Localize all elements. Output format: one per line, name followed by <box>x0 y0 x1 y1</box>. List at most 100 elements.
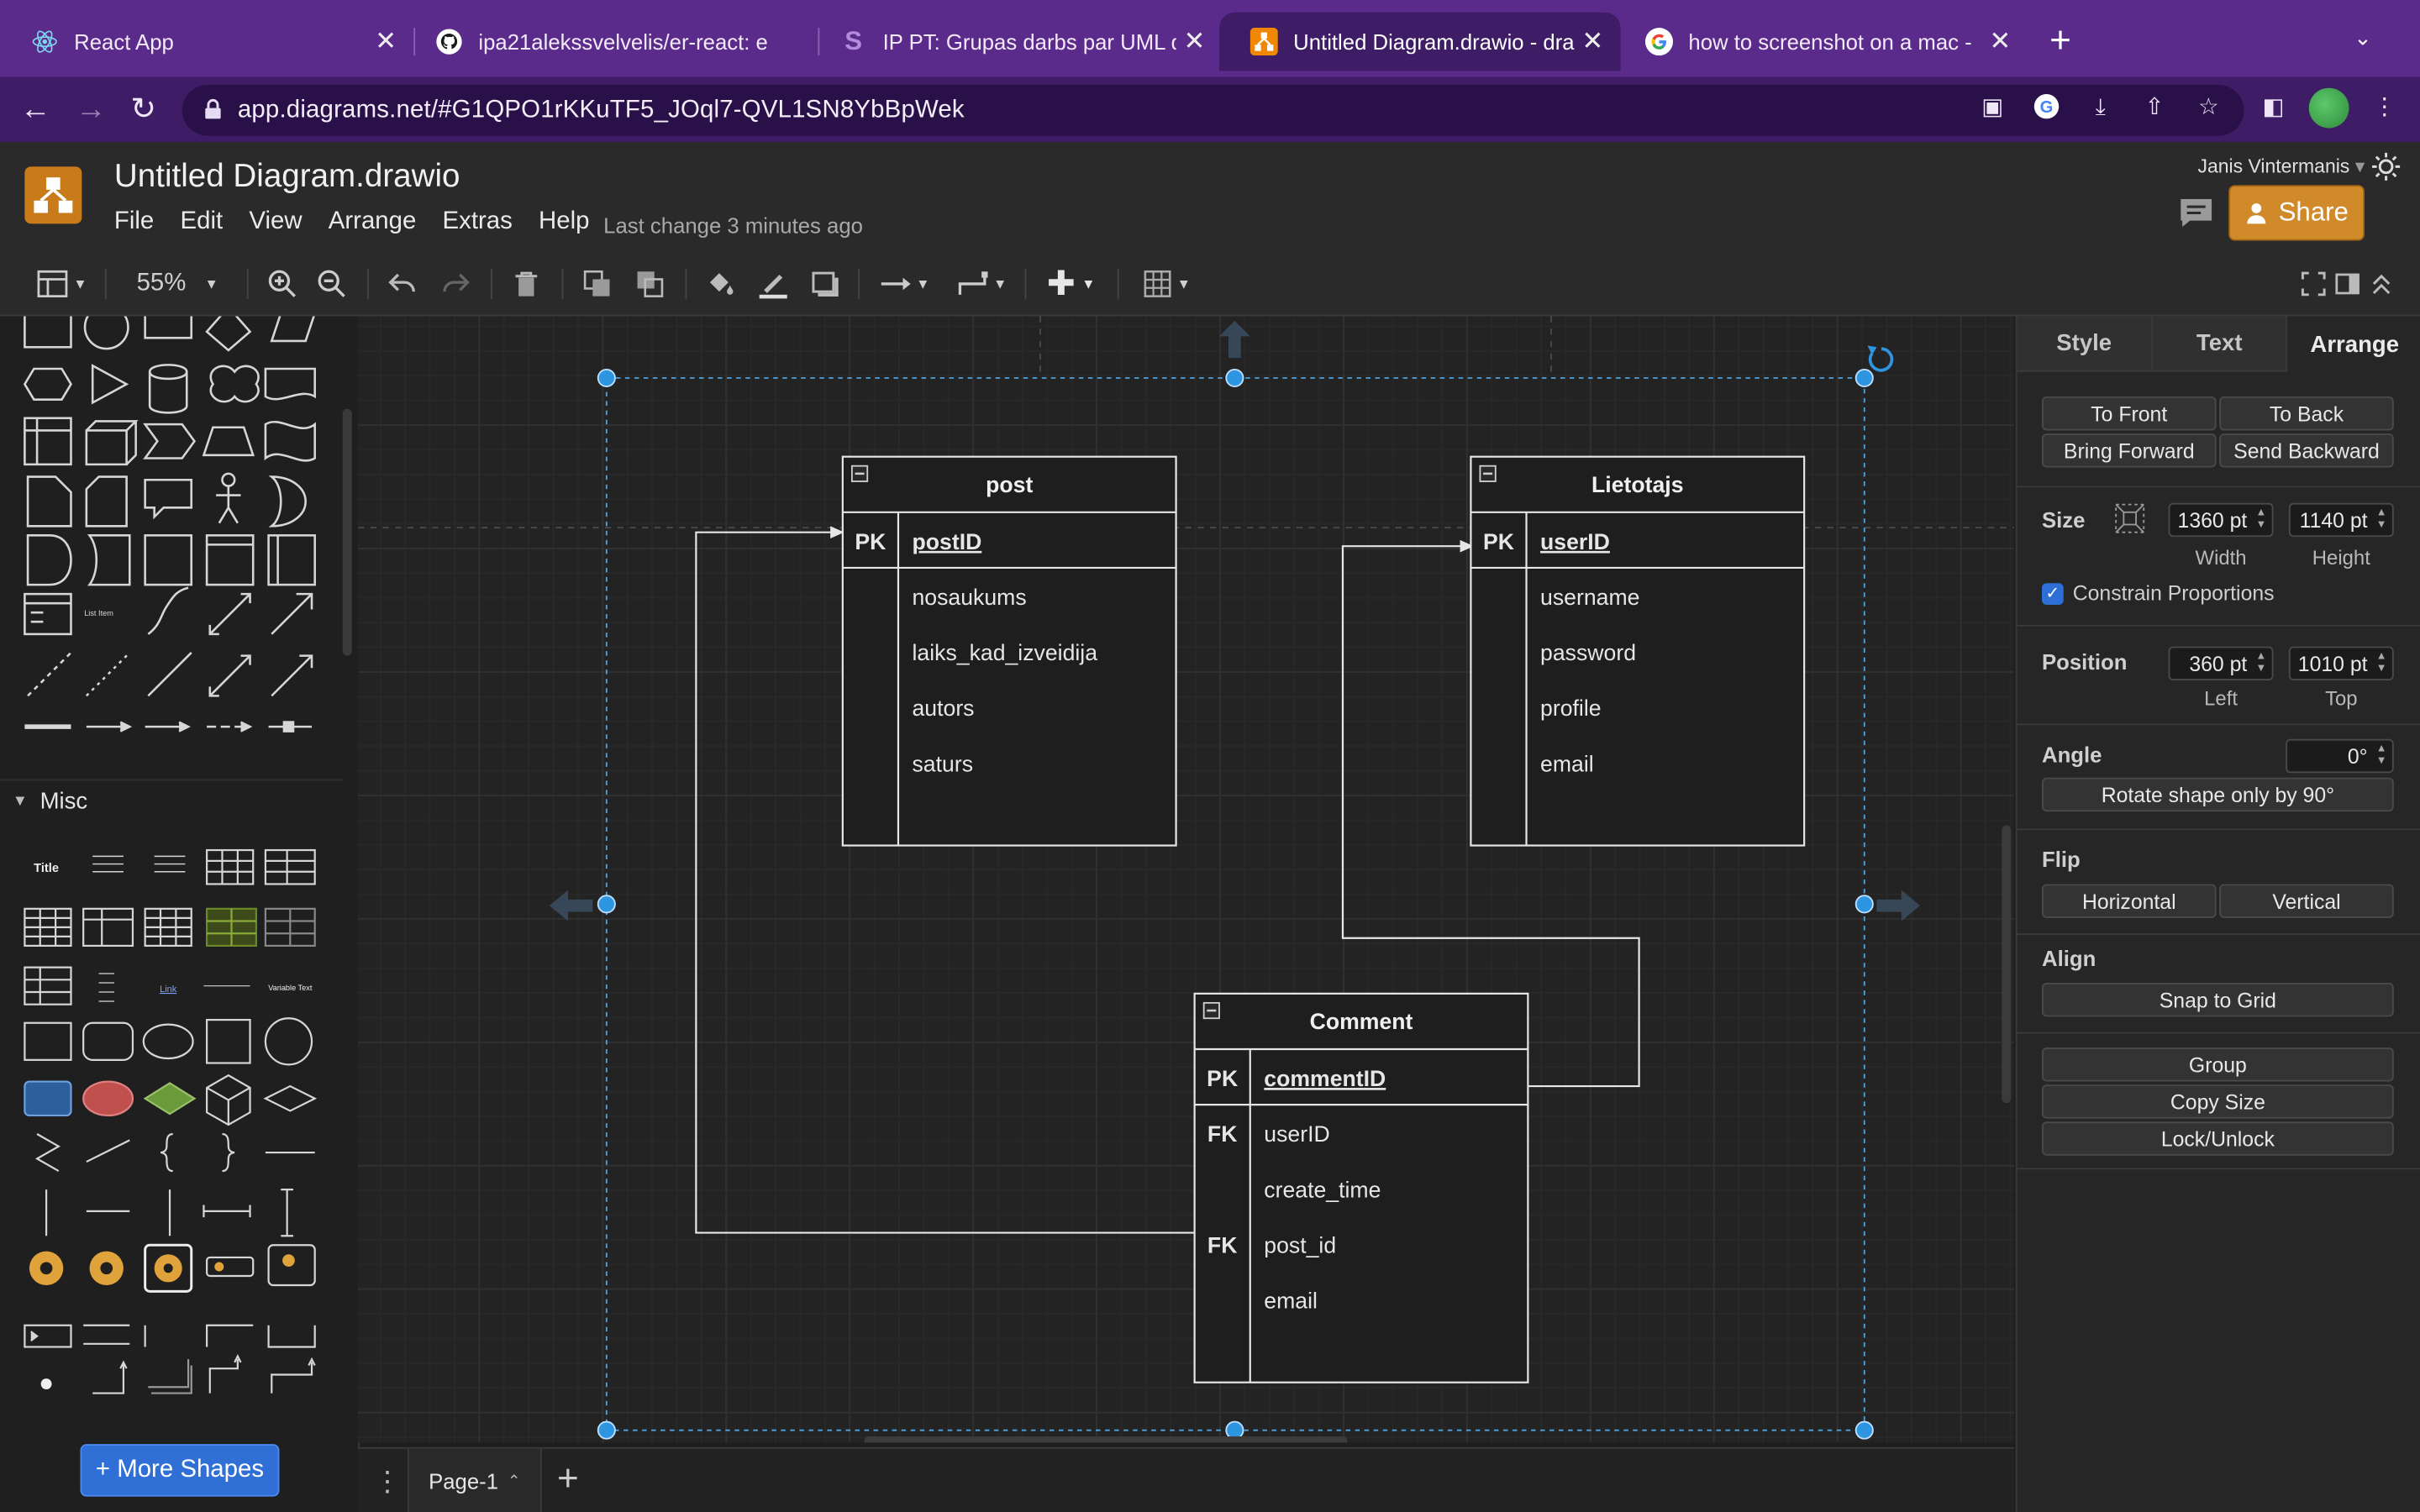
last-change-status[interactable]: Last change 3 minutes ago <box>603 213 863 237</box>
kebab-menu-icon[interactable]: ⋮ <box>2368 90 2402 123</box>
theme-sun-icon[interactable] <box>2370 151 2402 182</box>
snap-to-grid-button[interactable]: Snap to Grid <box>2042 983 2394 1017</box>
canvas-horizontal-scrollbar[interactable] <box>864 1436 1348 1443</box>
close-tab-icon[interactable]: ✕ <box>1981 26 2018 57</box>
user-name[interactable]: Janis Vintermanis ▾ <box>2198 155 2365 178</box>
table-field[interactable]: email <box>1540 751 1594 776</box>
table-field[interactable]: postID <box>913 529 982 554</box>
close-tab-icon[interactable]: ✕ <box>1574 26 1611 57</box>
to-back-button[interactable]: To Back <box>2219 396 2394 431</box>
menu-view[interactable]: View <box>249 208 302 236</box>
fullscreen-icon[interactable] <box>2296 265 2330 302</box>
bookmark-star-icon[interactable]: ☆ <box>2191 90 2225 123</box>
collapse-up-icon[interactable] <box>2365 265 2398 302</box>
menu-arrange[interactable]: Arrange <box>329 208 417 236</box>
tab-arrange[interactable]: Arrange <box>2287 316 2420 372</box>
tab-text[interactable]: Text <box>2152 316 2288 372</box>
comments-icon[interactable] <box>2176 194 2217 231</box>
tab-search-chevron-icon[interactable]: ⌄ <box>2346 24 2380 58</box>
angle-input[interactable]: 0° ▲ ▼ <box>2286 738 2394 774</box>
browser-tab-drawio[interactable]: Untitled Diagram.drawio - draw ✕ <box>1219 12 1621 71</box>
side-panel-icon[interactable]: ◧ <box>2256 90 2290 123</box>
sidebar-scrollbar[interactable] <box>342 408 352 656</box>
to-front-icon[interactable] <box>577 265 618 302</box>
new-tab-icon[interactable]: + <box>2040 21 2081 62</box>
flip-horizontal-button[interactable]: Horizontal <box>2042 884 2217 918</box>
table-field[interactable]: create_time <box>1264 1177 1381 1202</box>
table-field[interactable]: post_id <box>1264 1232 1336 1257</box>
table-field[interactable]: commentID <box>1264 1066 1386 1091</box>
general-shapes-grid[interactable]: List Item <box>0 316 343 780</box>
stepper-icon[interactable]: ▲ ▼ <box>2254 651 2269 675</box>
menu-extras[interactable]: Extras <box>443 208 513 236</box>
format-panel-toggle-icon[interactable]: ▼ <box>31 265 92 302</box>
share-page-icon[interactable]: ⇧ <box>2138 90 2171 123</box>
table-field[interactable]: email <box>1264 1289 1318 1314</box>
constrain-proportions-checkbox[interactable]: ✓ <box>2042 583 2064 606</box>
height-input[interactable]: 1140 pt ▲ ▼ <box>2288 502 2394 538</box>
zoom-select[interactable]: 55% ▼ <box>124 265 232 302</box>
rotate-90-button[interactable]: Rotate shape only by 90° <box>2042 777 2394 812</box>
misc-shapes-grid[interactable]: Title Link Variable Text <box>0 835 343 1452</box>
table-field[interactable]: userID <box>1540 529 1610 554</box>
connection-style-icon[interactable]: ▼ <box>874 265 935 302</box>
google-extension-icon[interactable]: G <box>2029 90 2063 123</box>
menu-help[interactable]: Help <box>539 208 589 236</box>
stepper-icon[interactable]: ▲ ▼ <box>2374 651 2389 675</box>
table-field[interactable]: saturs <box>913 751 974 776</box>
chevron-up-icon[interactable]: ⌃ <box>508 1473 520 1489</box>
close-tab-icon[interactable]: ✕ <box>1176 26 1213 57</box>
install-app-icon[interactable]: ⤓ <box>2084 90 2118 123</box>
collapse-minus-icon[interactable] <box>1202 1001 1220 1020</box>
line-color-icon[interactable] <box>753 265 793 302</box>
menu-edit[interactable]: Edit <box>180 208 223 236</box>
clipboard-icon[interactable]: ▣ <box>1975 90 2009 123</box>
format-panel-icon[interactable] <box>2330 265 2364 302</box>
table-field[interactable]: laiks_kad_izveidija <box>913 640 1098 665</box>
zoom-in-icon[interactable] <box>262 265 302 302</box>
menu-file[interactable]: File <box>114 208 154 236</box>
add-page-icon[interactable]: + <box>550 1460 587 1498</box>
browser-tab-google[interactable]: how to screenshot on a mac - ✕ <box>1614 13 2028 71</box>
more-shapes-button[interactable]: + More Shapes <box>80 1444 280 1497</box>
autosize-icon[interactable] <box>2112 501 2146 535</box>
table-icon[interactable]: ▼ <box>1136 265 1197 302</box>
diagram-canvas[interactable]: post PK postID nosaukums laiks_kad_izveidija… <box>358 316 2014 1443</box>
flip-vertical-button[interactable]: Vertical <box>2219 884 2394 918</box>
table-field[interactable]: nosaukums <box>913 585 1027 610</box>
stepper-icon[interactable]: ▲ ▼ <box>2254 507 2269 532</box>
width-input[interactable]: 1360 pt ▲ ▼ <box>2168 502 2274 538</box>
diagram-svg[interactable]: post PK postID nosaukums laiks_kad_izveidija… <box>358 316 2014 1443</box>
table-field[interactable]: password <box>1540 640 1636 665</box>
redo-icon[interactable] <box>435 265 476 302</box>
table-field[interactable]: autors <box>913 696 975 721</box>
profile-avatar[interactable] <box>2308 87 2349 129</box>
canvas-vertical-scrollbar[interactable] <box>2002 825 2012 1104</box>
top-input[interactable]: 1010 pt ▲ ▼ <box>2288 646 2394 681</box>
address-bar[interactable]: app.diagrams.net/#G1QPO1rKKuTF5_JOql7-QV… <box>182 85 2244 136</box>
shadow-icon[interactable] <box>806 265 846 302</box>
stepper-icon[interactable]: ▲ ▼ <box>2374 507 2389 532</box>
insert-plus-icon[interactable]: ✚ ▼ <box>1040 264 1102 302</box>
browser-tab-github[interactable]: ipa21alekssvelvelis/er-react: e <box>404 13 818 71</box>
fill-color-icon[interactable] <box>701 265 741 302</box>
collapse-minus-icon[interactable] <box>850 465 869 482</box>
share-button[interactable]: Share <box>2228 185 2365 241</box>
close-tab-icon[interactable]: ✕ <box>367 26 404 57</box>
forward-arrow-icon[interactable]: → <box>71 90 111 130</box>
table-field[interactable]: profile <box>1540 696 1602 721</box>
to-front-button[interactable]: To Front <box>2042 396 2217 431</box>
document-title[interactable]: Untitled Diagram.drawio <box>114 159 460 196</box>
lock-unlock-button[interactable]: Lock/Unlock <box>2042 1121 2394 1156</box>
undo-icon[interactable] <box>383 265 424 302</box>
er-table-2[interactable]: Comment PK commentID FK userID create_time FK p… <box>1193 992 1529 1383</box>
page-tab[interactable]: Page-1 ⌃ <box>407 1448 542 1512</box>
zoom-out-icon[interactable] <box>312 265 352 302</box>
browser-tab-react-app[interactable]: React App ✕ <box>0 13 413 71</box>
pages-menu-icon[interactable]: ⋮ <box>373 1466 401 1497</box>
stepper-icon[interactable]: ▲ ▼ <box>2374 743 2389 768</box>
collapse-minus-icon[interactable] <box>1479 465 1497 482</box>
back-arrow-icon[interactable]: ← <box>15 90 55 130</box>
copy-size-button[interactable]: Copy Size <box>2042 1084 2394 1119</box>
delete-icon[interactable] <box>506 265 546 302</box>
